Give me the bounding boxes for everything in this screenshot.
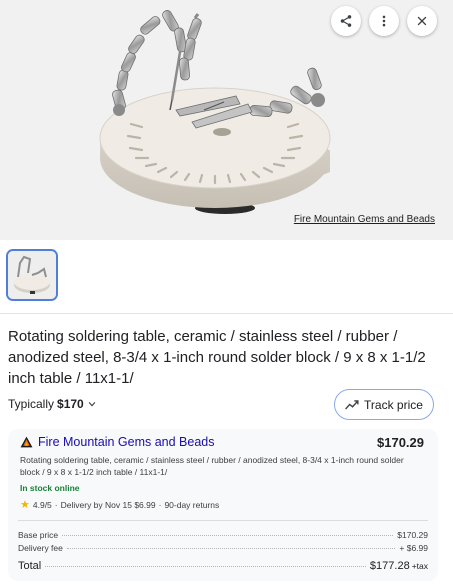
trending-icon xyxy=(345,399,359,410)
seller-link[interactable]: Fire Mountain Gems and Beads xyxy=(20,435,214,449)
track-price-label: Track price xyxy=(364,397,423,412)
more-vert-icon xyxy=(382,15,386,27)
thumbnail-image xyxy=(8,251,56,299)
soldering-table-illustration xyxy=(99,10,331,214)
more-options-button[interactable] xyxy=(369,6,399,36)
base-price-label: Base price xyxy=(18,530,59,540)
delivery-fee-value: + $6.99 xyxy=(399,543,428,553)
seller-logo-icon xyxy=(20,436,33,448)
price-breakdown-divider xyxy=(18,520,428,521)
separator-dot: · xyxy=(54,499,58,510)
product-title: Rotating soldering table, ceramic / stai… xyxy=(8,328,426,387)
total-row: Total $177.28 +tax xyxy=(18,560,428,572)
total-value: $177.28 +tax xyxy=(370,560,428,572)
returns-info: 90-day returns xyxy=(164,499,220,510)
section-divider xyxy=(0,313,453,314)
offer-meta: ★ 4.9/5 · Delivery by Nov 15 $6.99 · 90-… xyxy=(20,498,219,511)
share-button[interactable] xyxy=(331,6,361,36)
thumbnail-selected[interactable] xyxy=(6,249,58,301)
delivery-info: Delivery by Nov 15 $6.99 xyxy=(60,499,156,510)
stock-status: In stock online xyxy=(20,483,80,493)
typical-price-value: $170 xyxy=(57,397,84,411)
delivery-fee-label: Delivery fee xyxy=(18,543,63,553)
leader-dots xyxy=(66,548,396,549)
share-icon xyxy=(340,15,352,27)
track-price-button[interactable]: Track price xyxy=(334,389,434,420)
seller-name: Fire Mountain Gems and Beads xyxy=(38,435,215,449)
close-button[interactable] xyxy=(407,6,437,36)
offer-price: $170.29 xyxy=(377,435,424,450)
separator-dot: · xyxy=(158,499,162,510)
delivery-fee-row: Delivery fee + $6.99 xyxy=(18,543,428,553)
leader-dots xyxy=(45,566,366,567)
image-source-link[interactable]: Fire Mountain Gems and Beads xyxy=(294,214,435,225)
leader-dots xyxy=(62,535,394,536)
base-price-row: Base price $170.29 xyxy=(18,530,428,540)
offer-description: Rotating soldering table, ceramic / stai… xyxy=(20,455,404,477)
tax-note: +tax xyxy=(411,561,428,571)
star-icon: ★ xyxy=(20,499,30,511)
close-icon xyxy=(417,16,427,26)
typical-price-label: Typically xyxy=(8,397,55,411)
base-price-value: $170.29 xyxy=(397,530,428,540)
product-image[interactable]: Fire Mountain Gems and Beads xyxy=(0,0,453,240)
offer-card[interactable]: Fire Mountain Gems and Beads $170.29 Rot… xyxy=(8,429,438,581)
chevron-down-icon xyxy=(88,401,96,407)
seller-rating: 4.9/5 xyxy=(32,499,52,510)
total-label: Total xyxy=(18,560,42,572)
total-amount: $177.28 xyxy=(369,560,410,572)
typical-price-dropdown[interactable]: Typically $170 xyxy=(8,397,97,411)
